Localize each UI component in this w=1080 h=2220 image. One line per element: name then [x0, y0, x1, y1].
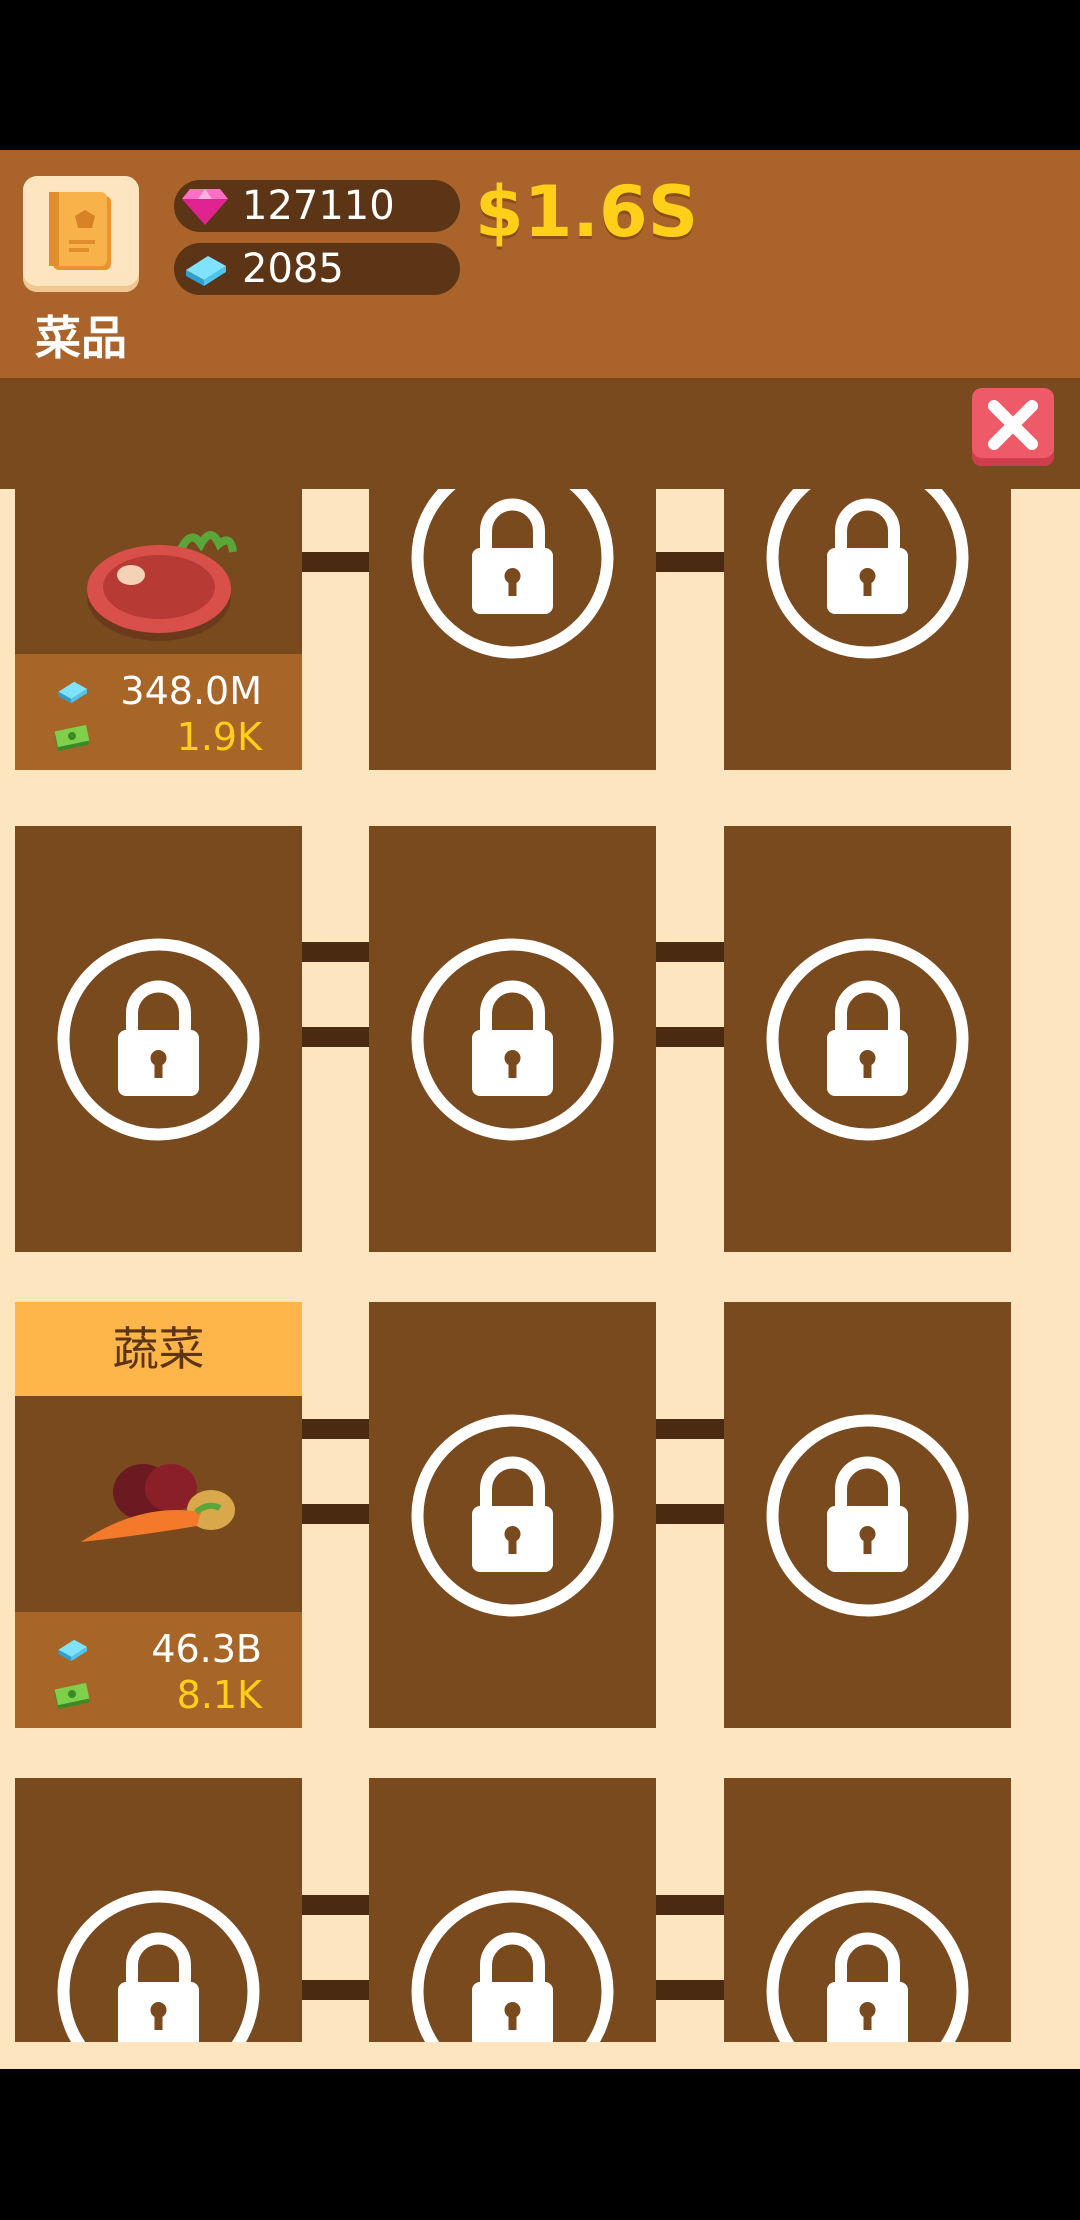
dish-card-vegetables[interactable]: 蔬菜 46.3B 8.1K	[15, 1302, 302, 1728]
lock-icon	[411, 1414, 614, 1617]
dish-stats: 348.0M 1.9K	[15, 654, 302, 770]
category-label: 菜品	[35, 311, 127, 365]
stat-income: 1.9K	[15, 714, 302, 760]
dish-card-locked[interactable]	[724, 826, 1011, 1252]
gem-icon	[182, 189, 228, 225]
dish-card-locked[interactable]	[369, 826, 656, 1252]
lock-icon	[766, 1414, 969, 1617]
connector	[301, 1980, 369, 2000]
gem-counter: 127110	[174, 180, 460, 232]
stat-income: 8.1K	[15, 1672, 302, 1718]
money-display: $1.6S	[475, 171, 699, 253]
lock-icon	[411, 489, 614, 659]
lock-icon	[766, 938, 969, 1141]
lock-icon	[411, 938, 614, 1141]
connector	[301, 552, 369, 572]
dish-card-locked[interactable]	[15, 1778, 302, 2042]
connector	[656, 1504, 724, 1524]
dish-card-locked[interactable]	[369, 1778, 656, 2042]
dish-card-locked[interactable]	[724, 1778, 1011, 2042]
connector	[656, 1895, 724, 1915]
dish-card-locked[interactable]	[369, 489, 656, 770]
game-screen: 菜品 127110 2085 $1.6S 348.0M 1.9K 蔬菜 46.3…	[0, 0, 1080, 2220]
dish-card-locked[interactable]	[15, 826, 302, 1252]
dish-stats: 46.3B 8.1K	[15, 1612, 302, 1728]
lock-icon	[766, 489, 969, 659]
close-icon	[988, 400, 1038, 450]
lock-icon	[57, 1890, 260, 2042]
blue-book-icon	[58, 681, 87, 704]
close-button[interactable]	[972, 388, 1054, 466]
dish-grid: 348.0M 1.9K 蔬菜 46.3B 8.1K	[0, 489, 1080, 2069]
gem-count: 127110	[242, 183, 395, 229]
book-counter: 2085	[174, 243, 460, 295]
stat-cost: 46.3B	[15, 1626, 302, 1672]
top-header: 菜品 127110 2085 $1.6S	[0, 150, 1080, 378]
blue-book-icon	[186, 256, 226, 286]
recipe-book-button[interactable]	[23, 176, 139, 292]
income-value: 1.9K	[176, 715, 262, 759]
dish-card-steak[interactable]: 348.0M 1.9K	[15, 489, 302, 770]
lock-icon	[411, 1890, 614, 2042]
bottom-black-bar	[0, 2069, 1080, 2220]
dish-card-locked[interactable]	[724, 1302, 1011, 1728]
recipe-book-icon	[49, 192, 111, 270]
connector	[301, 1027, 369, 1047]
income-value: 8.1K	[176, 1673, 262, 1717]
cost-value: 348.0M	[120, 669, 262, 713]
connector	[656, 1980, 724, 2000]
connector	[301, 1504, 369, 1524]
lock-icon	[766, 1890, 969, 2042]
connector	[656, 1419, 724, 1439]
lock-icon	[57, 938, 260, 1141]
connector	[301, 942, 369, 962]
dish-card-locked[interactable]	[369, 1302, 656, 1728]
dish-name: 蔬菜	[15, 1302, 302, 1396]
connector	[656, 552, 724, 572]
connector	[656, 1027, 724, 1047]
cash-icon	[54, 1682, 90, 1710]
connector	[301, 1419, 369, 1439]
vegetables-icon	[81, 1464, 235, 1542]
stat-cost: 348.0M	[15, 668, 302, 714]
cash-icon	[54, 724, 90, 752]
toolbar-strip	[0, 378, 1080, 489]
dish-card-locked[interactable]	[724, 489, 1011, 770]
connector	[301, 1895, 369, 1915]
cost-value: 46.3B	[151, 1627, 262, 1671]
book-count: 2085	[242, 246, 344, 292]
blue-book-icon	[58, 1639, 87, 1662]
connector	[656, 942, 724, 962]
steak-icon	[87, 531, 237, 641]
